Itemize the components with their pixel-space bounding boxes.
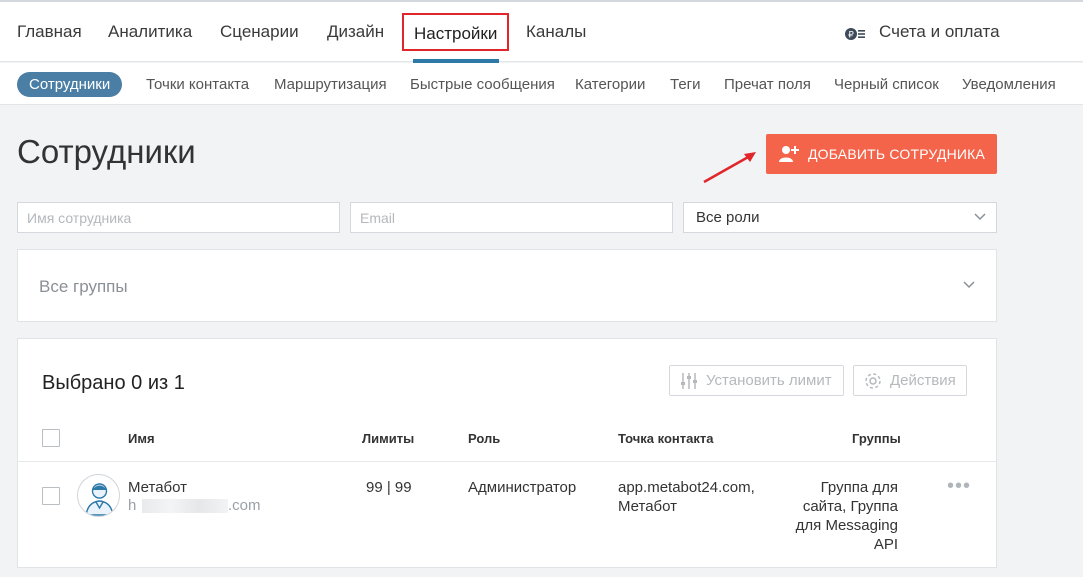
column-header-role[interactable]: Роль — [468, 431, 500, 446]
gear-icon — [865, 372, 881, 389]
subnav-item-employees[interactable]: Сотрудники — [17, 72, 123, 97]
nav-item-channels[interactable]: Каналы — [526, 22, 586, 42]
subnav-item-blacklist[interactable]: Черный список — [834, 76, 939, 93]
add-user-icon — [778, 146, 799, 162]
svg-text:₽: ₽ — [848, 31, 854, 41]
employee-contact-point: app.metabot24.com, Метабот — [618, 478, 755, 516]
billing-link[interactable]: Счета и оплата — [879, 22, 1000, 42]
subnav-item-notifications[interactable]: Уведомления — [962, 76, 1056, 93]
selection-count: Выбрано 0 из 1 — [42, 372, 185, 394]
subnav-item-routing[interactable]: Маршрутизация — [274, 76, 387, 93]
subnav-item-quick-messages[interactable]: Быстрые сообщения — [410, 76, 555, 93]
subnav-item-contact-points[interactable]: Точки контакта — [146, 76, 249, 93]
employee-name[interactable]: Метабот — [128, 478, 187, 497]
employee-email-start: h — [128, 497, 137, 514]
nav-item-analytics[interactable]: Аналитика — [108, 22, 192, 42]
column-header-groups[interactable]: Группы — [852, 431, 901, 446]
role-select-value: Все роли — [696, 209, 760, 226]
groups-select-value: Все группы — [39, 277, 128, 296]
contact-point-line: app.metabot24.com, — [618, 479, 755, 496]
avatar — [77, 474, 120, 517]
column-header-limits[interactable]: Лимиты — [362, 431, 414, 446]
nav-item-settings[interactable]: Настройки — [402, 13, 510, 51]
select-all-checkbox[interactable] — [42, 429, 60, 447]
sliders-icon — [681, 372, 697, 389]
column-header-contact-point[interactable]: Точка контакта — [618, 431, 713, 446]
contact-point-line: Метабот — [618, 498, 678, 515]
groups-line: для Messaging — [795, 517, 898, 534]
actions-label: Действия — [890, 372, 956, 389]
nav-item-design[interactable]: Дизайн — [327, 22, 384, 42]
groups-select[interactable]: Все группы — [17, 249, 997, 322]
annotation-arrow — [703, 152, 756, 184]
subnav-item-prechat-fields[interactable]: Пречат поля — [724, 76, 811, 93]
set-limit-label: Установить лимит — [706, 372, 832, 389]
page-title: Сотрудники — [17, 133, 196, 170]
employee-role: Администратор — [468, 479, 577, 496]
column-header-name[interactable]: Имя — [128, 431, 155, 446]
header-divider — [18, 461, 996, 462]
subnav-item-tags[interactable]: Теги — [670, 76, 701, 93]
groups-line: сайта, Группа — [802, 498, 898, 515]
chevron-down-icon — [974, 213, 986, 221]
top-navigation: Главная Аналитика Сценарии Дизайн Настро… — [0, 0, 1083, 63]
add-employee-label: ДОБАВИТЬ СОТРУДНИКА — [807, 146, 986, 162]
user-avatar-icon — [85, 483, 114, 516]
employees-table-card: Выбрано 0 из 1 Установить лимит Действия… — [17, 338, 997, 568]
groups-line: Группа для — [820, 479, 898, 496]
set-limit-button[interactable]: Установить лимит — [669, 365, 844, 396]
nav-item-home[interactable]: Главная — [17, 22, 82, 42]
employee-name-input[interactable]: Имя сотрудника — [17, 202, 340, 233]
employee-email-end: .com — [228, 497, 261, 514]
actions-button[interactable]: Действия — [853, 365, 967, 396]
employee-limits: 99 | 99 — [366, 479, 412, 496]
role-select[interactable]: Все роли — [683, 202, 997, 233]
chevron-down-icon — [963, 281, 975, 289]
more-dots-icon[interactable]: ••• — [947, 475, 971, 498]
employee-groups: Группа для сайта, Группа для Messaging A… — [778, 478, 898, 554]
billing-icon[interactable]: ₽ — [844, 27, 866, 41]
nav-item-scenarios[interactable]: Сценарии — [220, 22, 299, 42]
email-redaction — [142, 499, 228, 513]
groups-line: API — [873, 536, 898, 553]
sub-navigation: Сотрудники Точки контакта Маршрутизация … — [0, 63, 1083, 105]
row-checkbox[interactable] — [42, 487, 60, 505]
email-input[interactable]: Email — [350, 202, 673, 233]
add-employee-button[interactable]: ДОБАВИТЬ СОТРУДНИКА — [766, 134, 997, 174]
subnav-item-categories[interactable]: Категории — [575, 76, 645, 93]
